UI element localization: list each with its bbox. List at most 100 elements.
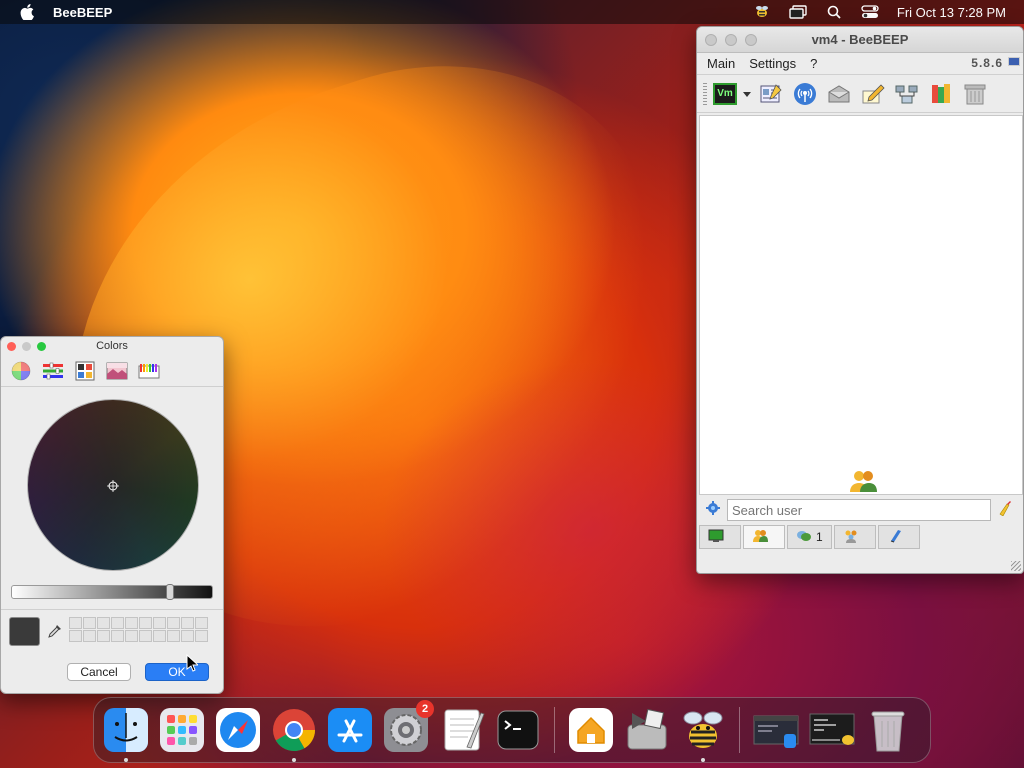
custom-swatch-slot[interactable]: [125, 617, 138, 629]
color-wheel[interactable]: [27, 399, 199, 571]
trash-icon[interactable]: [961, 80, 989, 108]
apple-icon[interactable]: [17, 2, 37, 22]
spotlight-search-icon[interactable]: [825, 4, 843, 20]
write-message-icon[interactable]: [859, 80, 887, 108]
search-row: [697, 497, 1023, 523]
wheel-crosshair-icon[interactable]: [107, 479, 119, 492]
tab-users[interactable]: [743, 525, 785, 549]
custom-swatch-slot[interactable]: [83, 617, 96, 629]
tab-groups[interactable]: [833, 525, 876, 549]
home-icon[interactable]: [567, 706, 615, 754]
brightness-slider[interactable]: [11, 584, 213, 600]
mouse-cursor-icon: [186, 653, 200, 672]
eyedropper-icon[interactable]: [47, 623, 63, 639]
menu-bar-clock[interactable]: Fri Oct 13 7:28 PM: [897, 5, 1006, 20]
running-indicator: [292, 758, 296, 762]
custom-swatch-slot[interactable]: [167, 630, 180, 642]
panel-title: Colors: [96, 340, 128, 352]
safari-icon[interactable]: [214, 706, 262, 754]
custom-swatch-slot[interactable]: [69, 617, 82, 629]
beebeep-icon[interactable]: [679, 706, 727, 762]
custom-swatch-slot[interactable]: [97, 630, 110, 642]
custom-swatch-slot[interactable]: [125, 630, 138, 642]
menu-help[interactable]: ?: [810, 56, 817, 71]
custom-swatch-slot[interactable]: [181, 630, 194, 642]
terminal-icon[interactable]: [494, 706, 542, 754]
users-placeholder-icon: [848, 468, 878, 499]
recent-window-1-icon[interactable]: [752, 706, 800, 754]
custom-swatch-slot[interactable]: [139, 617, 152, 629]
edit-profile-icon[interactable]: [757, 80, 785, 108]
custom-swatch-slot[interactable]: [153, 630, 166, 642]
finder-icon[interactable]: [102, 706, 150, 762]
colors-titlebar[interactable]: Colors: [1, 337, 223, 355]
beebeep-menu-bar: Main Settings ? 5.8.6: [697, 53, 1023, 75]
custom-swatch-slot[interactable]: [195, 617, 208, 629]
broadcast-icon[interactable]: [791, 80, 819, 108]
divider: [1, 609, 223, 610]
network-icon[interactable]: [893, 80, 921, 108]
tab-files[interactable]: [877, 525, 920, 549]
running-indicator: [701, 758, 705, 762]
color-palettes-icon[interactable]: [73, 360, 97, 382]
window-title: vm4 - BeeBEEP: [811, 32, 909, 47]
beebeep-toolbar: Vm: [697, 75, 1023, 113]
dock-divider: [739, 707, 740, 753]
pencils-icon[interactable]: [137, 360, 161, 382]
custom-swatch-slot[interactable]: [167, 617, 180, 629]
resize-handle[interactable]: [1011, 561, 1021, 571]
custom-swatch-grid[interactable]: [69, 617, 208, 642]
menu-settings[interactable]: Settings: [749, 56, 796, 71]
toolbar-grip[interactable]: [703, 82, 707, 105]
running-indicator: [124, 758, 128, 762]
app-store-icon[interactable]: [326, 706, 374, 754]
tab-screen[interactable]: [699, 525, 741, 549]
status-dropdown-icon[interactable]: [743, 85, 751, 103]
brightness-slider-thumb[interactable]: [165, 584, 174, 600]
screen-mirror-icon[interactable]: [789, 4, 807, 20]
cancel-button[interactable]: Cancel: [67, 663, 131, 681]
active-app-name[interactable]: BeeBEEP: [53, 5, 112, 20]
color-sliders-icon[interactable]: [41, 360, 65, 382]
custom-swatch-slot[interactable]: [83, 630, 96, 642]
launchpad-icon[interactable]: [158, 706, 206, 754]
color-wheel-icon[interactable]: [9, 360, 33, 382]
custom-swatch-slot[interactable]: [181, 617, 194, 629]
boot-camp-icon[interactable]: [623, 706, 671, 754]
files-icon[interactable]: [927, 80, 955, 108]
color-mode-toolbar: [1, 355, 223, 387]
custom-swatch-slot[interactable]: [195, 630, 208, 642]
custom-swatch-slot[interactable]: [153, 617, 166, 629]
custom-swatch-slot[interactable]: [111, 630, 124, 642]
dock: 2: [93, 697, 931, 763]
custom-swatch-slot[interactable]: [97, 617, 110, 629]
system-settings-icon[interactable]: 2: [382, 700, 434, 754]
image-palettes-icon[interactable]: [105, 360, 129, 382]
files-tab-icon: [887, 529, 903, 546]
users-icon: [752, 529, 768, 546]
screen-icon: [708, 529, 724, 546]
trash-icon[interactable]: [864, 706, 912, 754]
search-user-input[interactable]: [727, 499, 991, 521]
textedit-icon[interactable]: [438, 706, 486, 754]
ok-button[interactable]: OK: [145, 663, 209, 681]
chrome-icon[interactable]: [270, 706, 318, 762]
beebeep-status-icon[interactable]: [753, 4, 771, 20]
control-center-icon[interactable]: [861, 4, 879, 20]
mail-icon[interactable]: [825, 80, 853, 108]
clear-search-icon[interactable]: [997, 500, 1013, 521]
menu-main[interactable]: Main: [707, 56, 735, 71]
beebeep-window: vm4 - BeeBEEP Main Settings ? 5.8.6 Vm S…: [696, 26, 1024, 574]
custom-swatch-slot[interactable]: [139, 630, 152, 642]
beebeep-titlebar[interactable]: vm4 - BeeBEEP: [697, 27, 1023, 53]
custom-swatch-slot[interactable]: [111, 617, 124, 629]
colors-panel: Colors Cancel OK: [0, 336, 224, 694]
custom-swatch-slot[interactable]: [69, 630, 82, 642]
status-icon[interactable]: Vm: [713, 82, 737, 105]
recent-window-2-icon[interactable]: [808, 706, 856, 754]
language-flag-icon: [1008, 57, 1020, 66]
tab-chats[interactable]: 1: [787, 525, 832, 549]
user-list[interactable]: [699, 115, 1023, 495]
search-options-icon[interactable]: [705, 500, 721, 521]
current-color-swatch[interactable]: [9, 617, 40, 646]
